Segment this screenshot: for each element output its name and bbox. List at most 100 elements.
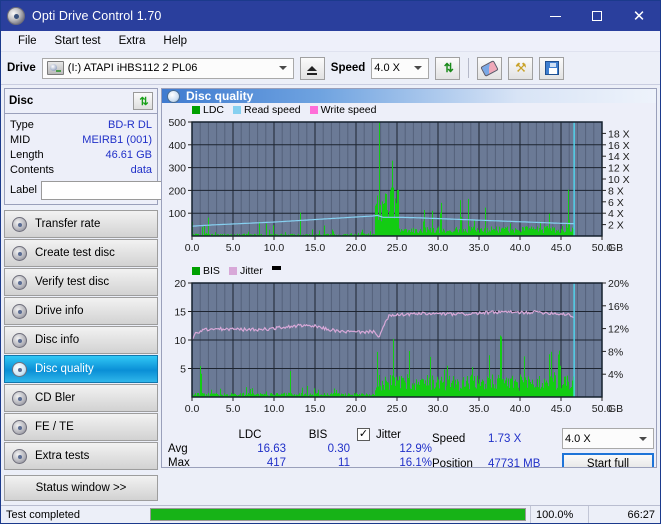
erase-button[interactable] xyxy=(477,56,503,80)
disc-label-key: Label xyxy=(10,184,37,196)
app-window: Opti Drive Control 1.70 ✕ File Start tes… xyxy=(0,0,661,524)
disc-refresh-button[interactable]: ⇅ xyxy=(133,92,153,110)
svg-text:5.0: 5.0 xyxy=(226,403,241,415)
disc-quality-icon xyxy=(167,89,180,103)
disc-panel-header: Disc ⇅ xyxy=(5,89,157,114)
svg-text:12 X: 12 X xyxy=(608,163,630,175)
main-header: Disc quality xyxy=(162,89,656,103)
stats-row-label-max: Max xyxy=(168,457,190,468)
svg-text:400: 400 xyxy=(168,140,186,152)
sidebar-item-transfer-rate[interactable]: Transfer rate xyxy=(4,210,158,238)
disc-icon xyxy=(12,448,27,464)
page-title: Disc quality xyxy=(186,89,254,103)
sidebar-item-drive-info[interactable]: Drive info xyxy=(4,297,158,325)
status-text: Test completed xyxy=(6,508,80,521)
svg-text:18 X: 18 X xyxy=(608,128,630,140)
disc-row-key: Contents xyxy=(10,163,55,176)
svg-text:16 X: 16 X xyxy=(608,140,630,152)
svg-text:15.0: 15.0 xyxy=(305,242,326,254)
disc-row-mid: MID MEIRB1 (001) xyxy=(10,132,152,147)
svg-text:15: 15 xyxy=(174,307,186,319)
eject-button[interactable] xyxy=(299,56,325,80)
menu-item-help[interactable]: Help xyxy=(154,33,196,49)
stats-avg-jitter: 12.9% xyxy=(399,443,432,455)
svg-text:4 X: 4 X xyxy=(608,208,624,220)
svg-text:5: 5 xyxy=(180,364,186,376)
stats-header-ldc: LDC xyxy=(238,428,262,441)
sidebar-item-fe-te[interactable]: FE / TE xyxy=(4,413,158,441)
sidebar-item-extra-tests[interactable]: Extra tests xyxy=(4,442,158,470)
svg-text:20%: 20% xyxy=(608,278,629,290)
legend-item-bis: BIS xyxy=(192,265,220,277)
drive-toolbar: Drive (I:) ATAPI iHBS112 2 PL06 Speed 4.… xyxy=(1,52,660,85)
sidebar-item-disc-info[interactable]: Disc info xyxy=(4,326,158,354)
stats-row-label-avg: Avg xyxy=(168,443,188,455)
status-window-button[interactable]: Status window >> xyxy=(4,475,158,501)
svg-text:14 X: 14 X xyxy=(608,151,630,163)
progress-percent: 100.0% xyxy=(530,505,588,523)
sidebar-item-verify-test-disc[interactable]: Verify test disc xyxy=(4,268,158,296)
disc-row-value: data xyxy=(130,163,152,176)
refresh-button[interactable]: ⇅ xyxy=(435,56,461,80)
svg-text:35.0: 35.0 xyxy=(469,403,490,415)
settings-button[interactable]: ⚒ xyxy=(508,56,534,80)
close-icon: ✕ xyxy=(632,7,646,25)
save-button[interactable] xyxy=(539,56,565,80)
svg-text:16%: 16% xyxy=(608,301,629,313)
progress-bar-wrap xyxy=(146,508,530,521)
svg-text:8 X: 8 X xyxy=(608,185,624,197)
start-full-button[interactable]: Start full xyxy=(562,453,654,467)
sidebar-item-create-test-disc[interactable]: Create test disc xyxy=(4,239,158,267)
progress-bar xyxy=(150,508,526,521)
ldc-plot: 100 200 300 400 500 2 X4 X6 X8 X 10 X 12 X 14 X1… xyxy=(162,116,656,264)
disc-icon xyxy=(12,274,27,290)
sidebar-item-cd-bler[interactable]: CD Bler xyxy=(4,384,158,412)
svg-text:200: 200 xyxy=(168,185,186,197)
test-buttons: 4.0 X Start full Start part xyxy=(562,428,654,467)
menu-item-extra[interactable]: Extra xyxy=(110,33,155,49)
status-bar: Test completed 100.0% 66:27 xyxy=(1,505,660,523)
speed-select[interactable]: 4.0 X xyxy=(371,57,430,79)
drag-handle-marker[interactable] xyxy=(271,265,281,270)
maximize-button[interactable] xyxy=(576,1,618,31)
ldc-chart-legend: LDC Read speed Write speed xyxy=(162,103,656,116)
minimize-button[interactable] xyxy=(534,1,576,31)
stats-max-jitter: 16.1% xyxy=(399,457,432,468)
chevron-down-icon xyxy=(278,66,287,70)
legend-label-write-speed: Write speed xyxy=(320,103,377,116)
sidebar-item-disc-quality[interactable]: Disc quality xyxy=(4,355,158,383)
drive-select[interactable]: (I:) ATAPI iHBS112 2 PL06 xyxy=(41,57,294,79)
svg-text:15.0: 15.0 xyxy=(305,403,326,415)
jitter-checkbox[interactable]: ✓ xyxy=(357,428,370,441)
menu-item-file[interactable]: File xyxy=(9,33,46,49)
stats-avg-bis: 0.30 xyxy=(327,443,350,455)
sidebar-item-label: Transfer rate xyxy=(35,218,101,230)
tools-icon: ⚒ xyxy=(514,60,527,75)
disc-icon xyxy=(12,361,27,377)
svg-text:20.0: 20.0 xyxy=(346,403,367,415)
menu-item-start-test[interactable]: Start test xyxy=(46,33,110,49)
stats-avg-ldc: 16.63 xyxy=(257,443,286,455)
refresh-icon: ⇅ xyxy=(139,95,148,108)
jitter-checkbox-cell: ✓ xyxy=(350,428,370,441)
sidebar: Disc ⇅ Type BD-R DL MID MEIRB1 (001) Len… xyxy=(1,85,244,501)
disc-icon xyxy=(12,303,27,319)
drive-label: Drive xyxy=(7,62,36,74)
chevron-down-icon xyxy=(639,436,647,441)
test-speed-value: 4.0 X xyxy=(565,432,591,445)
legend-swatch-read-speed xyxy=(233,105,242,114)
save-icon xyxy=(544,61,559,75)
legend-swatch-jitter xyxy=(228,266,237,275)
close-button[interactable]: ✕ xyxy=(618,1,660,31)
disc-icon xyxy=(12,216,27,232)
svg-text:20: 20 xyxy=(174,278,186,290)
disc-info-rows: Type BD-R DL MID MEIRB1 (001) Length 46.… xyxy=(5,114,244,204)
test-speed-select[interactable]: 4.0 X xyxy=(562,428,654,449)
svg-text:6 X: 6 X xyxy=(608,197,624,209)
svg-text:10.0: 10.0 xyxy=(264,403,285,415)
drive-icon xyxy=(46,61,64,75)
bis-chart-legend: BIS Jitter xyxy=(162,264,656,277)
svg-text:4%: 4% xyxy=(608,369,623,381)
chevron-down-icon xyxy=(414,66,423,70)
svg-text:40.0: 40.0 xyxy=(510,242,531,254)
